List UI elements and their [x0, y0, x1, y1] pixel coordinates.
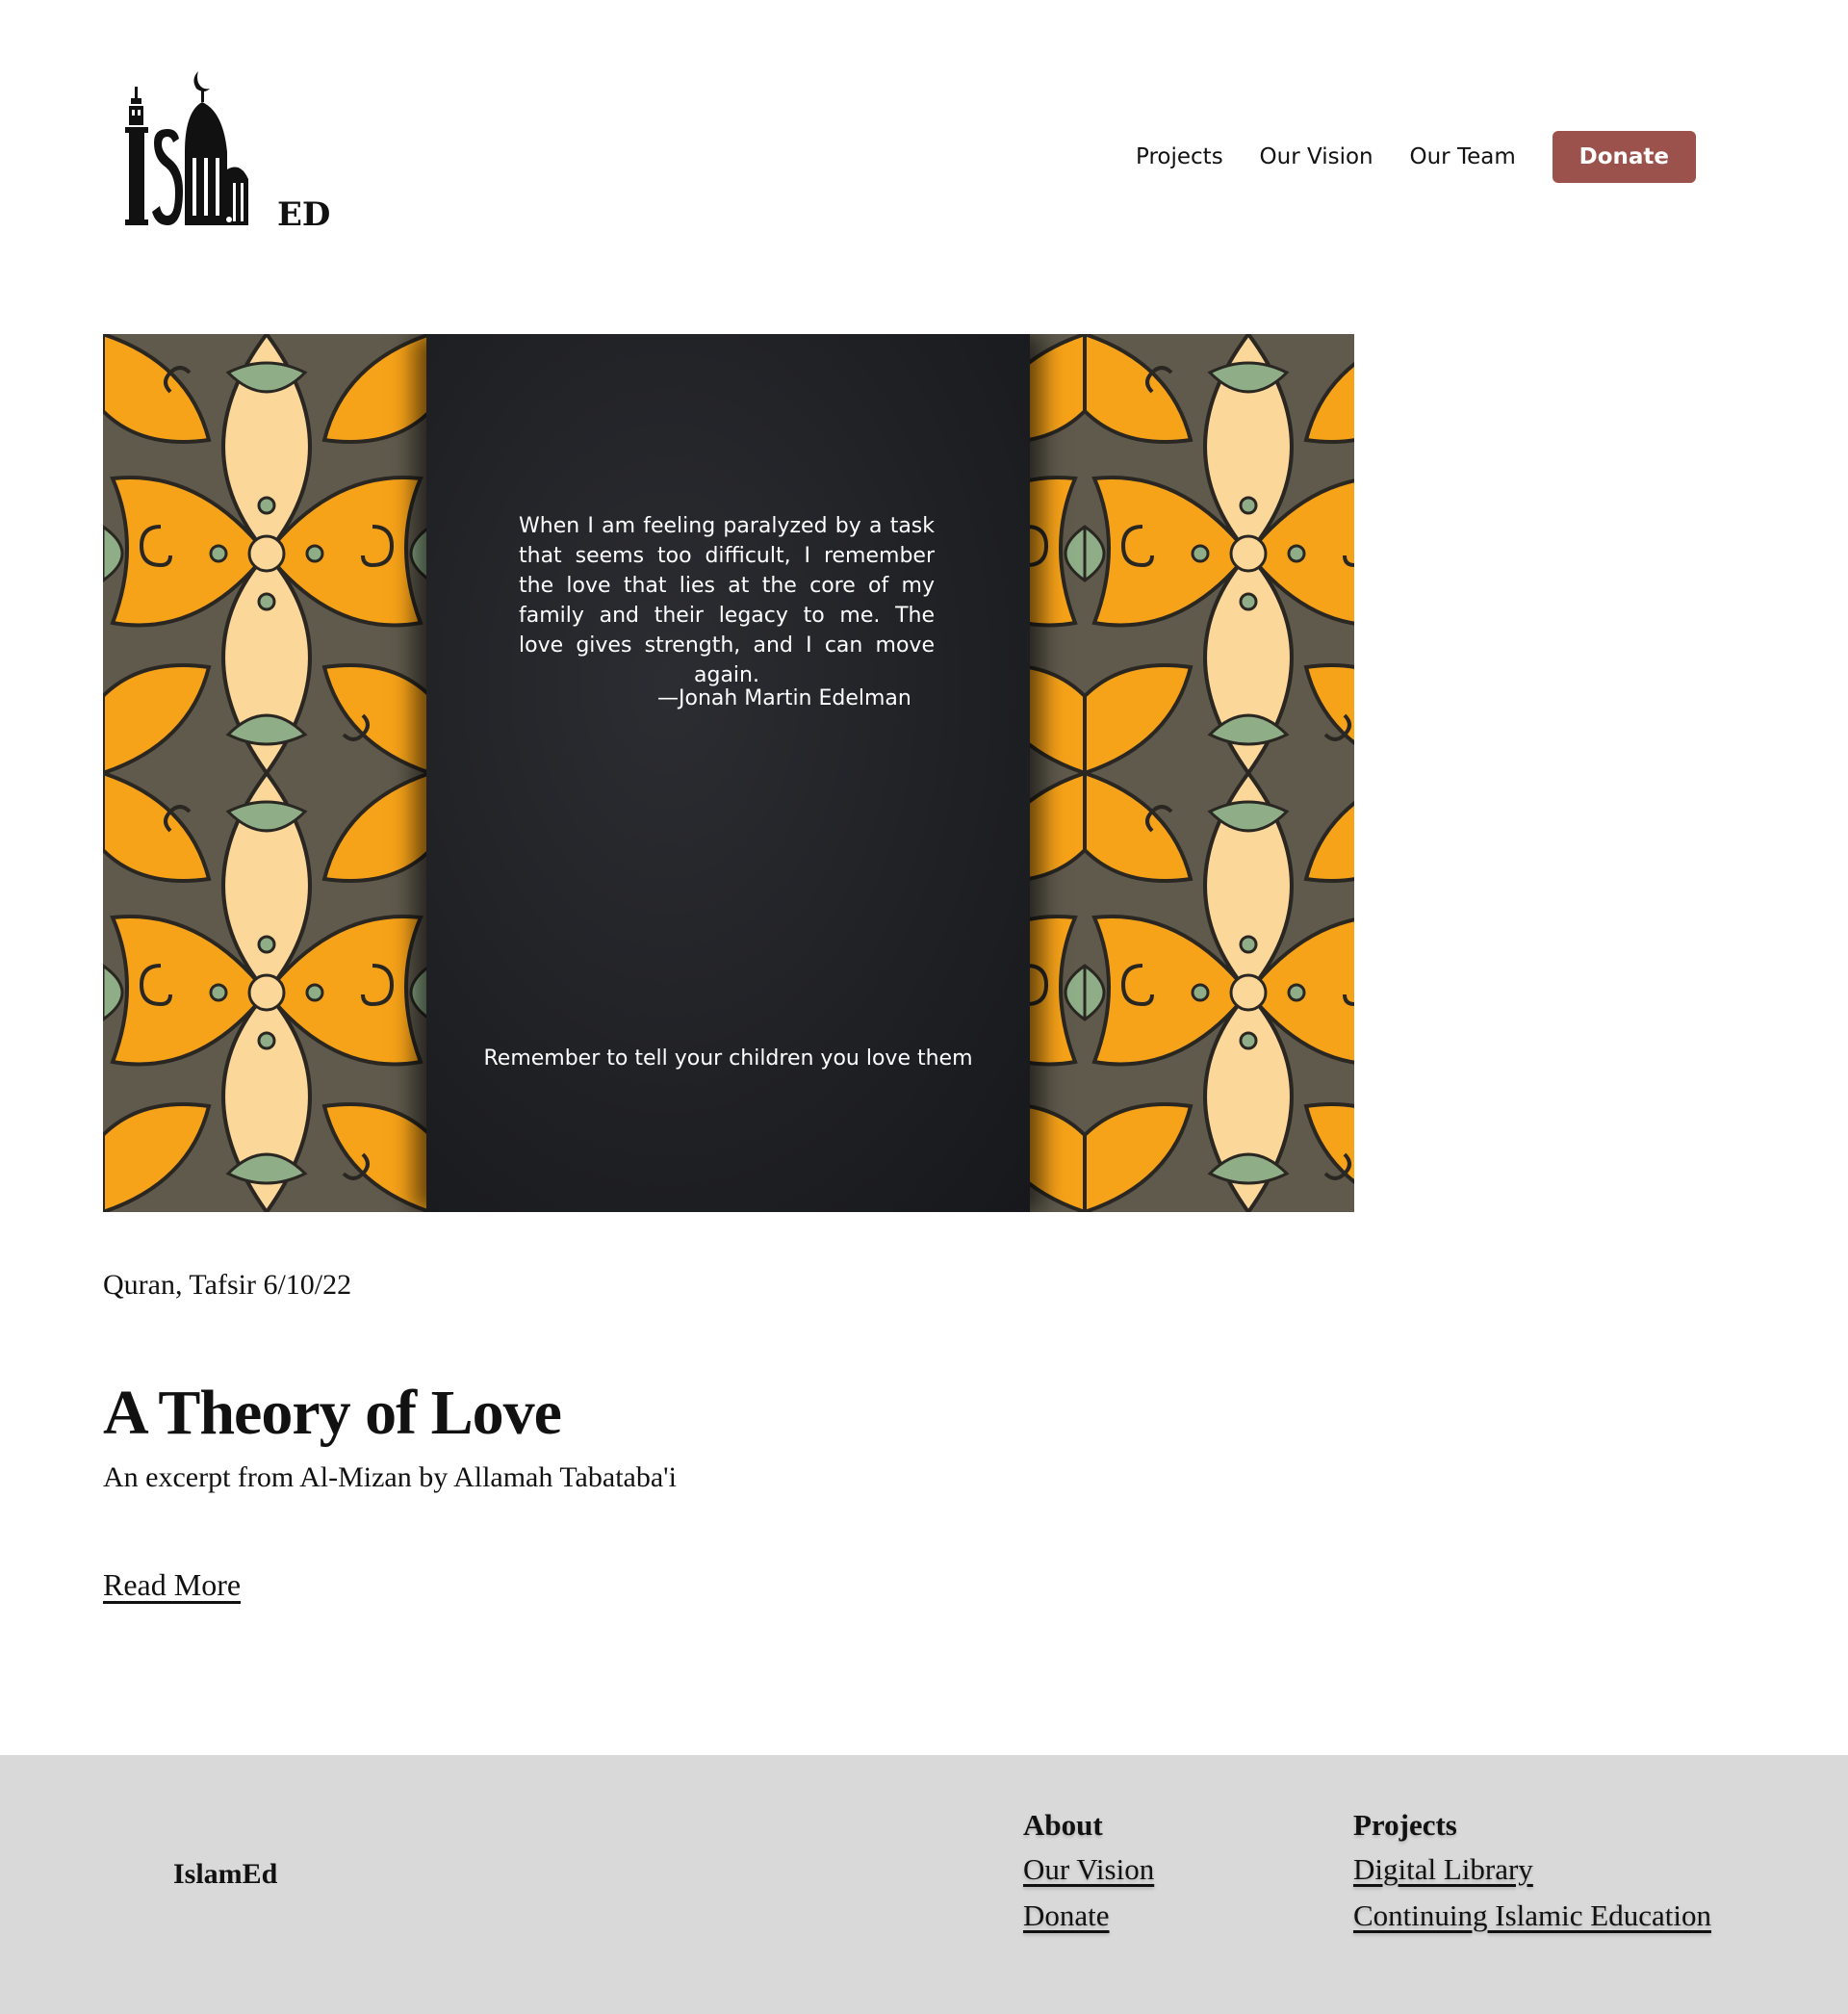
site-footer: IslamEd About Our Vision Donate Projects…	[0, 1755, 1848, 2014]
hero-tagline: Remember to tell your children you love …	[483, 1046, 973, 1071]
footer-link-donate[interactable]: Donate	[1023, 1898, 1154, 1933]
nav-our-team[interactable]: Our Team	[1410, 144, 1516, 169]
logo-graphic: ED	[125, 71, 330, 234]
nav-our-vision[interactable]: Our Vision	[1260, 144, 1373, 169]
footer-link-our-vision[interactable]: Our Vision	[1023, 1852, 1154, 1887]
main-nav: Projects Our Vision Our Team Donate	[1136, 131, 1696, 183]
hero-image: When I am feeling paralyzed by a task th…	[103, 334, 1354, 1212]
read-more-link[interactable]: Read More	[103, 1567, 241, 1603]
article-title: A Theory of Love	[103, 1378, 562, 1448]
footer-brand: IslamEd	[173, 1858, 278, 1890]
hero-quote-attribution: —Jonah Martin Edelman	[657, 686, 911, 710]
site-logo[interactable]: ED	[116, 65, 337, 234]
footer-link-digital-library[interactable]: Digital Library	[1353, 1852, 1711, 1887]
nav-projects[interactable]: Projects	[1136, 144, 1223, 169]
footer-link-continuing-islamic-education[interactable]: Continuing Islamic Education	[1353, 1898, 1711, 1933]
donate-button[interactable]: Donate	[1552, 131, 1696, 183]
hero-quote: When I am feeling paralyzed by a task th…	[519, 514, 935, 687]
footer-about-heading: About	[1023, 1808, 1103, 1842]
logo-ed-text: ED	[277, 195, 330, 234]
footer-about-column: About Our Vision Donate	[1023, 1808, 1154, 1945]
article-subtitle: An excerpt from Al-Mizan by Allamah Taba…	[103, 1461, 677, 1493]
quote-panel: When I am feeling paralyzed by a task th…	[426, 334, 1030, 1212]
footer-projects-column: Projects Digital Library Continuing Isla…	[1353, 1808, 1711, 1945]
article-meta: Quran, Tafsir 6/10/22	[103, 1269, 352, 1301]
footer-projects-heading: Projects	[1353, 1808, 1457, 1842]
